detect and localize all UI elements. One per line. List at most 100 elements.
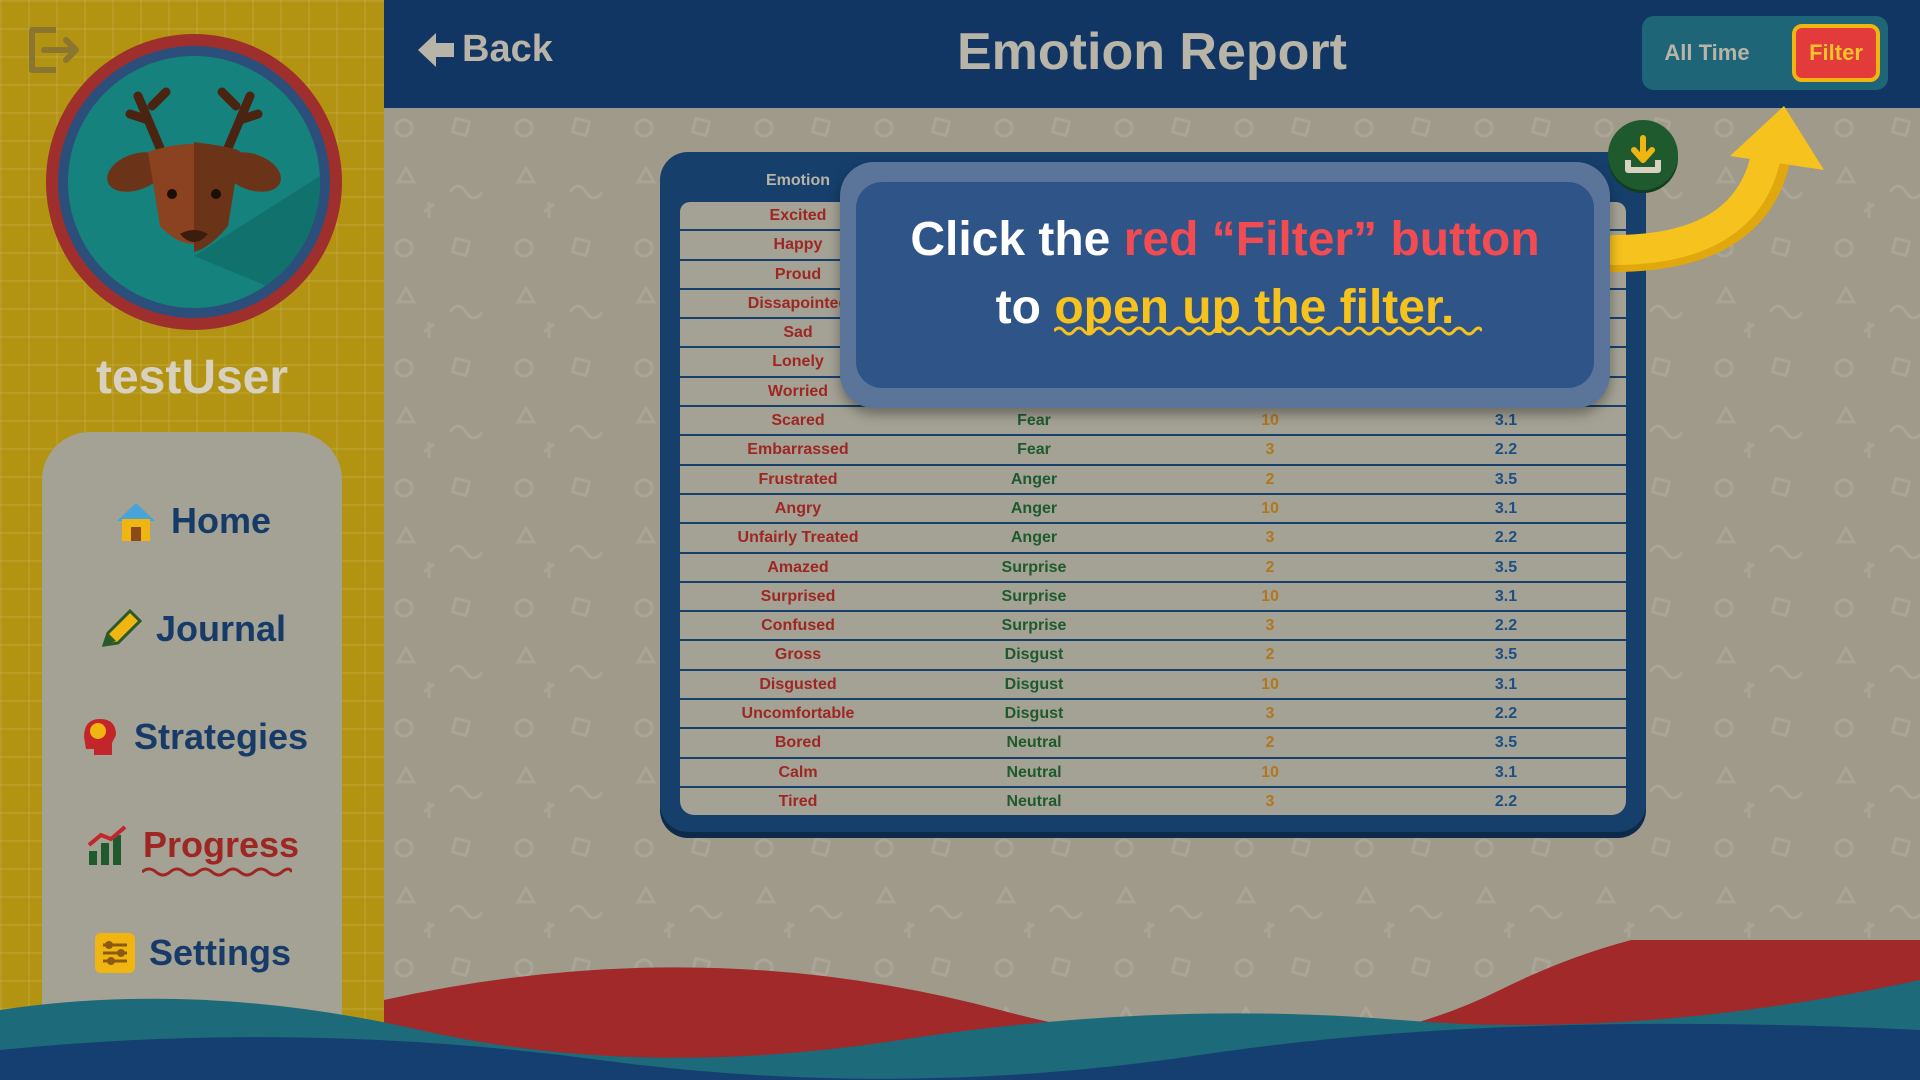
table-row: Disgusted Disgust 10 3.1 [680,670,1626,701]
emotion-cell: Gross [774,646,822,664]
average-cell: 2.2 [1494,441,1518,459]
home-icon [116,503,155,541]
count-cell: 2 [1265,470,1275,488]
nav-item-progress[interactable]: Progress [42,810,342,880]
tooltip-text: to [995,281,1055,334]
emotion-cell: Uncomfortable [741,705,855,723]
tutorial-tooltip: Click the red “Filter” button to open up… [840,162,1610,408]
average-cell: 3.1 [1494,763,1518,781]
header: Back Emotion Report All Time Filter [384,0,1920,108]
average-cell: 3.5 [1494,470,1518,488]
category-cell: Fear [1017,441,1051,459]
active-underline [142,867,292,877]
count-cell: 10 [1261,499,1279,517]
category-cell: Anger [1010,499,1058,517]
count-cell: 3 [1265,705,1275,723]
count-cell: 2 [1265,646,1275,664]
table-row: Uncomfortable Disgust 3 2.2 [680,700,1626,730]
nav-item-strategies[interactable]: Strategies [42,702,342,772]
count-cell: 10 [1261,412,1279,430]
table-row: Amazed Surprise 2 3.5 [680,553,1626,583]
sidebar: testUser Home Journal Strategies Progres… [0,0,384,1080]
filter-button[interactable]: Filter [1792,24,1880,82]
emotion-cell: Amazed [767,558,829,576]
all-time-button[interactable]: All Time [1642,16,1772,90]
tooltip-highlight-red: red “Filter” button [1123,213,1540,266]
nav-label-progress: Progress [142,824,300,865]
username: testUser [95,351,289,404]
emotion-cell: Confused [761,617,835,635]
nav-label-journal: Journal [155,608,287,649]
category-cell: Anger [1010,529,1058,547]
nav-item-journal[interactable]: Journal [42,594,342,664]
pencil-icon [101,608,143,647]
deer-icon [107,87,320,308]
table-row: Gross Disgust 2 3.5 [680,641,1626,671]
time-range-toggle: All Time Filter [1642,16,1888,90]
tooltip-line-1: Click the red “Filter” button [856,212,1594,267]
average-cell: 3.1 [1494,675,1518,693]
category-cell: Fear [1017,412,1051,430]
nav-label-strategies: Strategies [133,716,309,757]
emotion-cell: Calm [778,763,818,781]
table-row: Calm Neutral 10 3.1 [680,758,1626,788]
table-row: Bored Neutral 2 3.5 [680,729,1626,759]
decorative-waves [0,940,1920,1080]
average-cell: 3.1 [1494,499,1518,517]
logout-icon[interactable] [26,26,82,74]
count-cell: 3 [1265,441,1275,459]
category-cell: Surprise [1001,558,1067,576]
chart-icon [87,825,127,865]
table-row: Scared Fear 10 3.1 [680,407,1626,437]
count-cell: 2 [1265,734,1275,752]
tooltip-underline [1054,326,1482,336]
count-cell: 3 [1265,617,1275,635]
category-cell: Surprise [1001,587,1067,605]
average-cell: 2.2 [1494,705,1518,723]
table-row: Unfairly Treated Anger 3 2.2 [680,524,1626,554]
emotion-cell: Scared [771,412,825,430]
nav-item-home[interactable]: Home [42,486,342,556]
table-row: Embarrassed Fear 3 2.2 [680,436,1626,466]
category-cell: Neutral [1006,734,1062,752]
emotion-cell: Unfairly Treated [737,529,859,547]
category-cell: Neutral [1006,763,1062,781]
table-row: Frustrated Anger 2 3.5 [680,465,1626,495]
brain-head-icon [83,719,116,755]
emotion-cell: Frustrated [758,470,838,488]
tooltip-text: Click the [910,213,1124,266]
average-cell: 3.5 [1494,558,1518,576]
average-cell: 3.1 [1494,587,1518,605]
average-cell: 2.2 [1494,617,1518,635]
count-cell: 3 [1265,792,1275,810]
table-row: Tired Neutral 3 2.2 [680,787,1626,816]
count-cell: 10 [1261,675,1279,693]
table-row: Angry Anger 10 3.1 [680,494,1626,525]
emotion-cell: Bored [774,734,822,752]
average-cell: 3.5 [1494,646,1518,664]
emotion-cell: Angry [774,499,822,517]
category-cell: Disgust [1004,705,1064,723]
pointer-arrow-icon [1600,106,1824,272]
count-cell: 2 [1265,558,1275,576]
emotion-cell: Disgusted [759,675,837,693]
average-cell: 2.2 [1494,529,1518,547]
average-cell: 2.2 [1494,792,1518,810]
nav-label-home: Home [170,500,272,541]
average-cell: 3.5 [1494,734,1518,752]
category-cell: Surprise [1001,617,1067,635]
table-row: Confused Surprise 3 2.2 [680,612,1626,642]
category-cell: Disgust [1004,675,1064,693]
emotion-cell: Surprised [760,587,836,605]
category-cell: Neutral [1006,792,1062,810]
table-row: Surprised Surprise 10 3.1 [680,582,1626,613]
category-cell: Disgust [1004,646,1064,664]
category-cell: Anger [1010,470,1058,488]
emotion-cell: Embarrassed [747,441,849,459]
count-cell: 10 [1261,587,1279,605]
avatar[interactable] [46,34,342,330]
count-cell: 10 [1261,763,1279,781]
emotion-cell: Tired [778,792,818,810]
average-cell: 3.1 [1494,412,1518,430]
count-cell: 3 [1265,529,1275,547]
